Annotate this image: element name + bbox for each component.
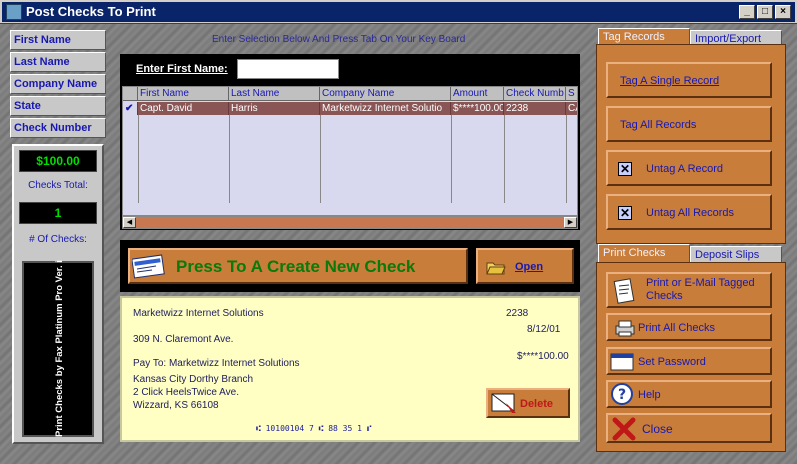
open-button-label: Open bbox=[515, 261, 544, 273]
check-payee: Pay To: Marketwizz Internet Solutions bbox=[133, 358, 300, 369]
untag-all-x-icon: ✕ bbox=[618, 206, 632, 220]
untag-all-records-label: Untag All Records bbox=[646, 207, 735, 219]
check-date: 8/12/01 bbox=[527, 324, 561, 335]
horizontal-scrollbar[interactable]: ◀ ▶ bbox=[122, 216, 578, 229]
untag-record-button[interactable]: ✕ Untag A Record bbox=[606, 150, 772, 186]
create-new-check-label: Press To A Create New Check bbox=[176, 257, 416, 276]
table-header-company-name[interactable]: Company Name bbox=[320, 87, 451, 101]
search-company-name-button[interactable]: Company Name bbox=[10, 74, 106, 94]
check-bank-name: Kansas City Dorthy Branch bbox=[133, 374, 254, 385]
tag-single-record-label: Tag A Single Record bbox=[620, 75, 720, 87]
table-cell-amount[interactable]: $****100.00 bbox=[451, 102, 504, 115]
close-button[interactable]: Close bbox=[606, 413, 772, 443]
check-bank-address: 2 Click HeelsTwice Ave. bbox=[133, 387, 239, 398]
check-number: 2238 bbox=[506, 308, 529, 319]
check-count-label: # Of Checks: bbox=[29, 234, 87, 245]
table-header-last-name[interactable]: Last Name bbox=[229, 87, 320, 101]
set-password-label: Set Password bbox=[638, 356, 706, 368]
window-title: Post Checks To Print bbox=[26, 4, 156, 19]
table-cell-company-name[interactable]: Marketwizz Internet Solutio bbox=[320, 102, 451, 115]
check-amount: $****100.00 bbox=[517, 351, 569, 362]
checks-total-value: $100.00 bbox=[19, 150, 97, 172]
instruction-text: Enter Selection Below And Press Tab On Y… bbox=[212, 34, 466, 45]
check-micr-line: ⑆ 10100104 7 ⑆ 88 35 1 ⑈ bbox=[256, 424, 372, 433]
search-first-name-button[interactable]: First Name bbox=[10, 30, 106, 50]
maximize-button[interactable]: □ bbox=[757, 5, 773, 19]
check-bank-city: Wizzard, KS 66108 bbox=[133, 400, 219, 411]
print-document-icon bbox=[613, 278, 635, 304]
scroll-left-icon[interactable]: ◀ bbox=[123, 217, 136, 228]
svg-text:?: ? bbox=[618, 387, 626, 403]
totals-panel: $100.00 Checks Total: 1 # Of Checks: Pri… bbox=[12, 144, 104, 444]
help-label: Help bbox=[638, 389, 661, 401]
scroll-right-icon[interactable]: ▶ bbox=[564, 217, 577, 228]
search-label: Enter First Name: bbox=[136, 63, 228, 75]
print-all-checks-button[interactable]: Print All Checks bbox=[606, 313, 772, 341]
tab-print-checks[interactable]: Print Checks bbox=[598, 244, 690, 262]
untag-all-records-button[interactable]: ✕ Untag All Records bbox=[606, 194, 772, 230]
help-icon: ? bbox=[611, 383, 633, 405]
untag-record-label: Untag A Record bbox=[646, 163, 724, 175]
table-header-state[interactable]: S bbox=[566, 87, 577, 101]
tag-all-records-label: Tag All Records bbox=[620, 119, 697, 131]
close-x-icon bbox=[612, 417, 636, 441]
untag-x-icon: ✕ bbox=[618, 162, 632, 176]
new-check-icon bbox=[132, 254, 165, 279]
window-icon bbox=[610, 353, 634, 371]
search-check-number-button[interactable]: Check Number bbox=[10, 118, 106, 138]
table-cell-check-number[interactable]: 2238 bbox=[504, 102, 566, 115]
print-all-checks-label: Print All Checks bbox=[638, 322, 716, 334]
search-last-name-button[interactable]: Last Name bbox=[10, 52, 106, 72]
set-password-button[interactable]: Set Password bbox=[606, 347, 772, 375]
table-cell-first-name[interactable]: Capt. David bbox=[138, 102, 229, 115]
table-cell-state[interactable]: CA bbox=[566, 102, 577, 115]
tag-single-record-button[interactable]: Tag A Single Record bbox=[606, 62, 772, 98]
check-company: Marketwizz Internet Solutions bbox=[133, 308, 264, 319]
table-header-checkbox bbox=[123, 87, 138, 101]
records-table[interactable]: First Name Last Name Company Name Amount… bbox=[122, 86, 578, 216]
tag-all-records-button[interactable]: Tag All Records bbox=[606, 106, 772, 142]
row-check-icon[interactable]: ✔ bbox=[123, 102, 138, 115]
app-icon bbox=[6, 4, 22, 20]
minimize-button[interactable]: _ bbox=[739, 5, 755, 19]
search-state-button[interactable]: State bbox=[10, 96, 106, 116]
help-button[interactable]: ? Help bbox=[606, 380, 772, 408]
close-label: Close bbox=[642, 422, 673, 436]
check-address: 309 N. Claremont Ave. bbox=[133, 334, 234, 345]
delete-check-icon bbox=[491, 393, 516, 413]
search-input[interactable] bbox=[237, 59, 339, 79]
close-window-button[interactable]: × bbox=[775, 5, 791, 19]
table-header-check-number[interactable]: Check Numb bbox=[504, 87, 566, 101]
table-header-first-name[interactable]: First Name bbox=[138, 87, 229, 101]
product-banner: Print Checks by Fax Platinum Pro Ver. i bbox=[22, 260, 94, 437]
folder-icon bbox=[486, 262, 506, 275]
table-cell-last-name[interactable]: Harris bbox=[229, 102, 320, 115]
delete-button-label: Delete bbox=[520, 398, 554, 410]
print-email-tagged-button[interactable]: Print or E-Mail Tagged Checks bbox=[606, 272, 772, 308]
table-header-amount[interactable]: Amount bbox=[451, 87, 504, 101]
print-email-tagged-label: Print or E-Mail Tagged Checks bbox=[646, 277, 755, 302]
checks-total-label: Checks Total: bbox=[28, 180, 88, 191]
product-banner-text: Print Checks by Fax Platinum Pro Ver. i bbox=[54, 260, 65, 437]
printer-icon bbox=[615, 320, 635, 337]
check-count-value: 1 bbox=[19, 202, 97, 224]
